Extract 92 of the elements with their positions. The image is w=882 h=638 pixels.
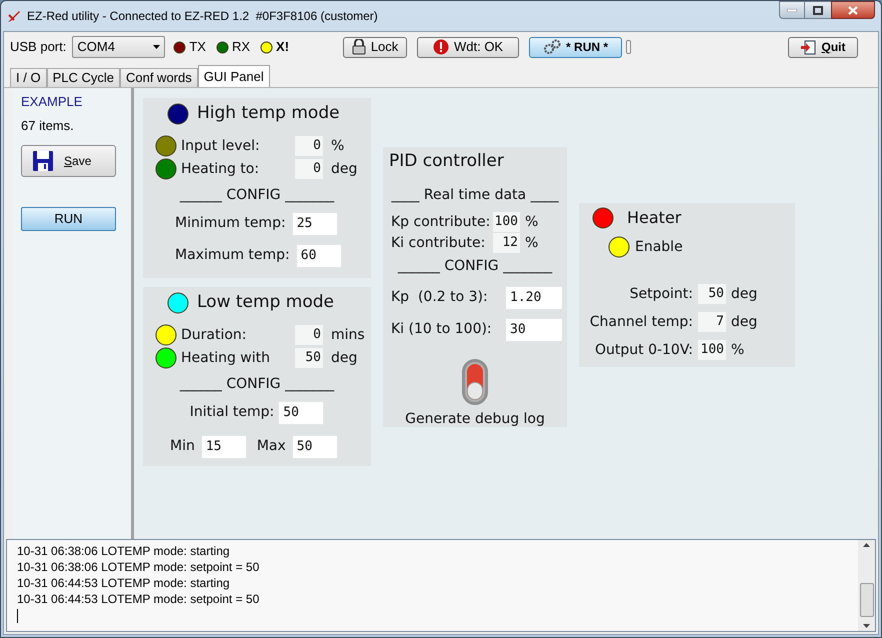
unit-label: deg xyxy=(331,348,358,368)
item-count: 67 items. xyxy=(21,116,75,134)
unit-label: % xyxy=(331,136,344,156)
value-readout: 7 xyxy=(698,312,726,332)
field-label: Maximum temp: xyxy=(175,246,290,265)
usb-port-label: USB port: xyxy=(10,38,66,56)
scrollbar[interactable] xyxy=(858,540,875,631)
section-heading: ____ Real time data ____ xyxy=(391,186,559,204)
value-readout: 0 xyxy=(295,159,323,179)
number-field[interactable]: 50 xyxy=(278,400,324,424)
unit-label: deg xyxy=(331,160,358,178)
unit-label: % xyxy=(731,340,744,360)
scroll-up-icon[interactable] xyxy=(863,543,870,547)
number-field[interactable]: 15 xyxy=(200,434,247,458)
field-label: Kp (0.2 to 3): xyxy=(391,288,489,307)
minimize-button[interactable] xyxy=(779,1,805,19)
toggle-label: Generate debug log xyxy=(405,410,545,428)
text-cursor xyxy=(17,609,18,623)
unit-label: deg xyxy=(731,312,758,332)
readout-label: Channel temp: xyxy=(588,312,694,332)
value-readout: 0 xyxy=(295,325,323,345)
log-line: 10-31 06:44:53 LOTEMP mode: setpoint = 50 xyxy=(17,591,260,607)
panel-title: Low temp mode xyxy=(197,291,334,314)
close-icon xyxy=(848,6,858,14)
field-label: Max xyxy=(256,437,286,456)
value-readout: 100 xyxy=(493,212,520,232)
run-button[interactable]: * RUN * xyxy=(529,36,622,58)
tab[interactable]: I / O xyxy=(10,68,47,87)
exclamation-icon xyxy=(432,39,449,55)
readout-label: Setpoint: xyxy=(628,284,694,304)
panel-title: High temp mode xyxy=(197,102,340,125)
log-line: 10-31 06:38:06 LOTEMP mode: setpoint = 50 xyxy=(17,559,260,575)
panel-title: PID controller xyxy=(389,150,504,173)
minimize-icon xyxy=(787,8,797,12)
tab[interactable]: GUI Panel xyxy=(198,65,270,87)
number-field[interactable]: 1.20 xyxy=(505,286,563,310)
quit-button[interactable]: Quit xyxy=(788,36,858,58)
unit-label: deg xyxy=(731,284,758,304)
padlock-icon xyxy=(352,39,366,55)
tab[interactable]: PLC Cycle xyxy=(46,68,120,87)
field-label: Minimum temp: xyxy=(175,214,286,233)
unit-label: % xyxy=(525,212,538,232)
value-readout: 50 xyxy=(698,284,726,304)
value-readout: 0 xyxy=(295,136,323,156)
close-button[interactable] xyxy=(831,1,875,19)
port-dropdown[interactable]: COM4 xyxy=(72,36,166,58)
indicator-label: Enable xyxy=(635,238,684,256)
readout-label: Output 0-10V: xyxy=(594,340,694,360)
toggle-switch[interactable] xyxy=(462,358,488,404)
maximize-button[interactable] xyxy=(805,1,831,19)
unit-label: % xyxy=(525,234,538,252)
exit-icon xyxy=(800,40,816,54)
led-label: X! xyxy=(276,38,290,56)
lock-button[interactable]: Lock xyxy=(343,36,408,58)
indicator-label: Duration: xyxy=(181,326,248,344)
gears-icon xyxy=(543,39,562,55)
maximize-icon xyxy=(813,6,823,14)
window-title: EZ-Red utility - Connected to EZ-RED 1.2 #0F3F8106 (customer) xyxy=(27,8,378,25)
scroll-thumb[interactable] xyxy=(860,582,874,616)
number-field[interactable]: 60 xyxy=(296,244,342,268)
value-readout: 12 xyxy=(493,233,520,253)
value-readout: 100 xyxy=(698,340,726,360)
number-field[interactable]: 25 xyxy=(292,212,338,236)
value-readout: 50 xyxy=(295,348,323,368)
section-heading: ______ CONFIG _______ xyxy=(180,186,334,204)
scroll-down-icon[interactable] xyxy=(863,624,870,628)
indicator-label: Heating with xyxy=(181,348,272,368)
led-label: RX xyxy=(232,38,250,56)
panel-title: Heater xyxy=(627,207,682,229)
readout-label: Kp contribute: xyxy=(391,212,492,232)
field-label: Ki (10 to 100): xyxy=(391,320,493,339)
app-logo-icon xyxy=(7,9,21,23)
section-heading: ______ CONFIG _______ xyxy=(398,256,552,276)
unit-label: mins xyxy=(331,326,365,344)
warning-button[interactable]: Wdt: OK xyxy=(417,36,520,58)
list-title: EXAMPLE xyxy=(21,93,84,111)
number-field[interactable]: 30 xyxy=(505,318,563,342)
readout-label: Ki contribute: xyxy=(391,234,486,252)
field-label: Min xyxy=(170,437,195,456)
log-line: 10-31 06:38:06 LOTEMP mode: starting xyxy=(17,543,231,559)
indicator-label: Input level: xyxy=(181,136,261,156)
led-label: TX xyxy=(189,38,206,56)
log-line: 10-31 06:44:53 LOTEMP mode: starting xyxy=(17,575,231,591)
tab[interactable]: Conf words xyxy=(120,68,198,87)
field-label: Initial temp: xyxy=(190,403,274,422)
status-indicator-icon xyxy=(626,40,632,54)
section-heading: ______ CONFIG _______ xyxy=(180,374,334,394)
save-button[interactable]: Save xyxy=(21,145,116,177)
dropdown-caret-icon xyxy=(153,45,160,49)
indicator-label: Heating to: xyxy=(181,160,260,178)
run-button[interactable]: RUN xyxy=(21,207,116,231)
number-field[interactable]: 50 xyxy=(292,434,338,458)
